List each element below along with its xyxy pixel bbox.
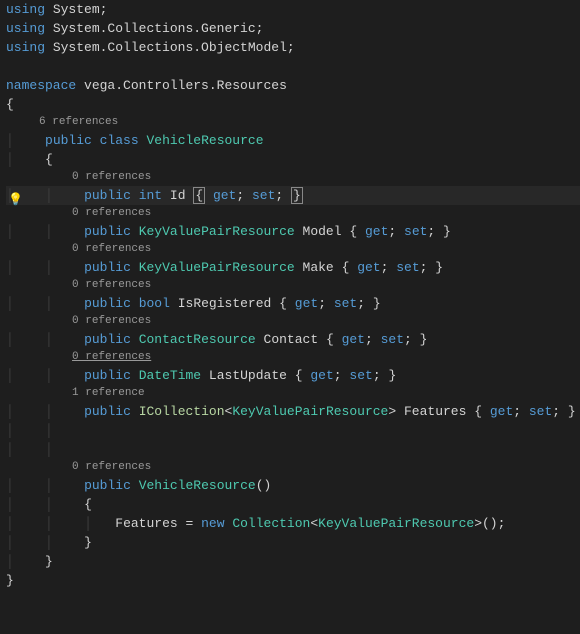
- property-name: Id: [170, 188, 186, 203]
- property-name: Contact: [264, 332, 319, 347]
- references-link[interactable]: 0 references: [72, 351, 151, 363]
- namespace-ref: System: [53, 2, 100, 17]
- codelens: 0 references: [6, 205, 580, 222]
- constructor-name: VehicleResource: [139, 478, 256, 493]
- code-line[interactable]: │ │ public KeyValuePairResource Model { …: [6, 222, 580, 241]
- code-line[interactable]: using System.Collections.Generic;: [6, 19, 580, 38]
- references-link[interactable]: 1 reference: [72, 387, 145, 399]
- codelens: 6 references: [6, 114, 580, 131]
- code-line[interactable]: namespace vega.Controllers.Resources: [6, 76, 580, 95]
- code-line[interactable]: {: [6, 95, 580, 114]
- code-line-current[interactable]: │ │ public int Id { get; set; }: [6, 186, 580, 205]
- code-line[interactable]: │ │ public bool IsRegistered { get; set;…: [6, 294, 580, 313]
- codelens: 1 reference: [6, 385, 580, 402]
- code-line[interactable]: }: [6, 571, 580, 590]
- code-line[interactable]: using System;: [6, 0, 580, 19]
- references-link[interactable]: 6 references: [39, 116, 118, 128]
- property-name: IsRegistered: [178, 296, 272, 311]
- matched-brace: {: [193, 187, 205, 204]
- matched-brace: }: [291, 187, 303, 204]
- code-line[interactable]: │ │ public DateTime LastUpdate { get; se…: [6, 366, 580, 385]
- code-line[interactable]: │ │ public ICollection<KeyValuePairResou…: [6, 402, 580, 421]
- codelens: 0 references: [6, 459, 580, 476]
- code-line[interactable]: │ │ public ContactResource Contact { get…: [6, 330, 580, 349]
- references-link[interactable]: 0 references: [72, 207, 151, 219]
- code-line[interactable]: │ │ public VehicleResource(): [6, 476, 580, 495]
- property-name: Model: [303, 224, 342, 239]
- references-link[interactable]: 0 references: [72, 279, 151, 291]
- code-editor[interactable]: using System; using System.Collections.G…: [0, 0, 580, 590]
- code-line[interactable]: │ │ public KeyValuePairResource Make { g…: [6, 258, 580, 277]
- code-line[interactable]: using System.Collections.ObjectModel;: [6, 38, 580, 57]
- references-link[interactable]: 0 references: [72, 171, 151, 183]
- class-name: VehicleResource: [146, 133, 263, 148]
- references-link[interactable]: 0 references: [72, 243, 151, 255]
- references-link[interactable]: 0 references: [72, 461, 151, 473]
- references-link[interactable]: 0 references: [72, 315, 151, 327]
- code-line[interactable]: │ │: [6, 421, 580, 440]
- code-line[interactable]: [6, 57, 580, 76]
- code-line[interactable]: │ │: [6, 440, 580, 459]
- codelens: 0 references: [6, 313, 580, 330]
- code-line[interactable]: │ │ }: [6, 533, 580, 552]
- code-line[interactable]: │ public class VehicleResource: [6, 131, 580, 150]
- code-line[interactable]: │ {: [6, 150, 580, 169]
- codelens: 0 references: [6, 277, 580, 294]
- codelens: 0 references: [6, 241, 580, 258]
- keyword-using: using: [6, 2, 45, 17]
- property-name: Make: [303, 260, 334, 275]
- codelens: 0 references: [6, 349, 580, 366]
- property-name: Features: [404, 404, 466, 419]
- codelens: 0 references: [6, 169, 580, 186]
- code-line[interactable]: │ │ │ Features = new Collection<KeyValue…: [6, 514, 580, 533]
- code-line[interactable]: │ }: [6, 552, 580, 571]
- code-line[interactable]: │ │ {: [6, 495, 580, 514]
- property-name: LastUpdate: [209, 368, 287, 383]
- lightbulb-icon[interactable]: 💡: [8, 191, 22, 205]
